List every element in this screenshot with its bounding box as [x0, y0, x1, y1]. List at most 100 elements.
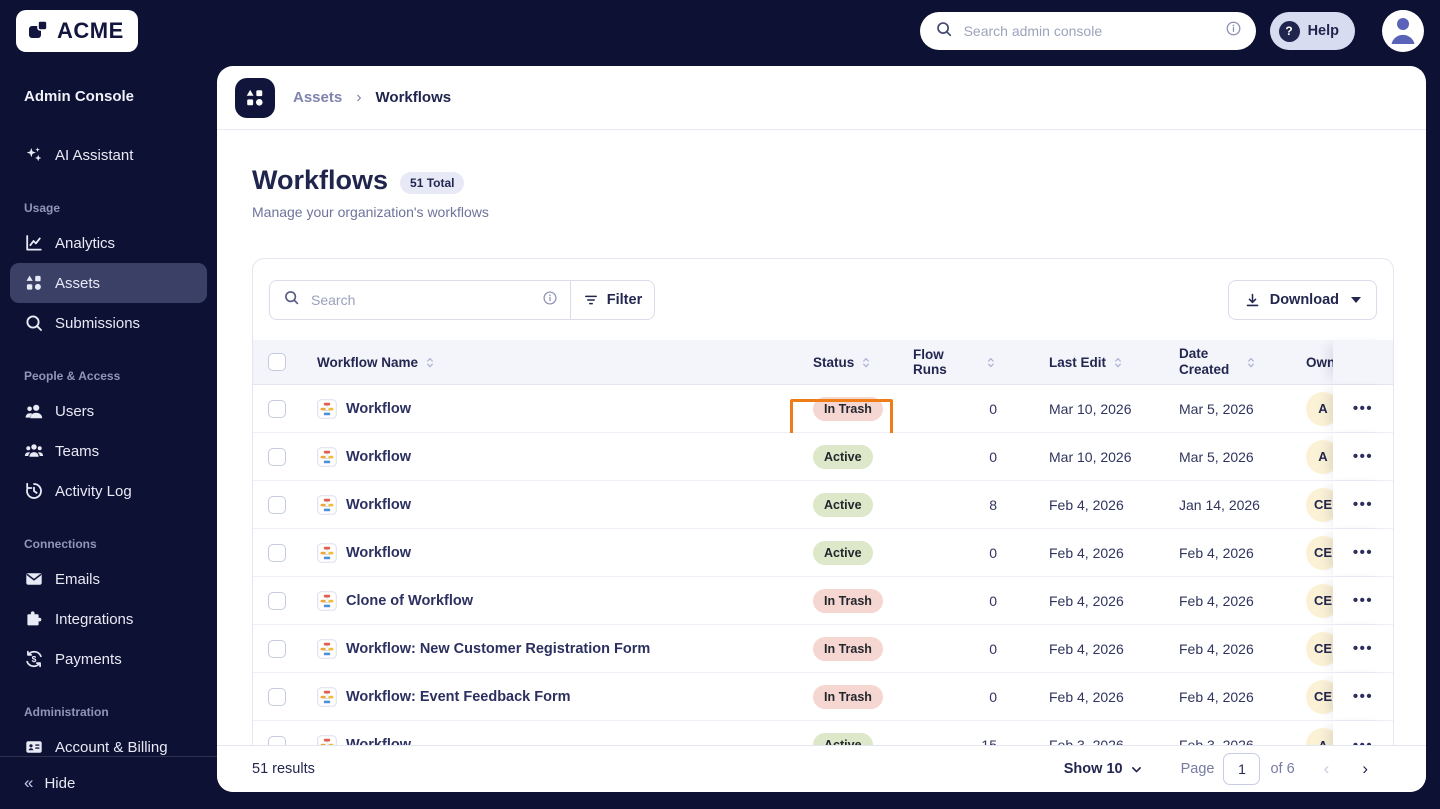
main-area: Assets › Workflows Workflows 51 Total Ma…: [217, 62, 1440, 809]
row-checkbox[interactable]: [268, 591, 286, 610]
chevron-right-icon: ›: [356, 88, 362, 106]
column-header-flow-runs[interactable]: Flow Runs: [913, 347, 1001, 377]
sidebar-item-analytics[interactable]: Analytics: [10, 223, 207, 263]
column-header-date-created[interactable]: Date Created: [1159, 346, 1306, 378]
workflow-icon: [317, 398, 337, 419]
sidebar-item-assets[interactable]: Assets: [10, 263, 207, 303]
total-count-badge: 51 Total: [400, 171, 465, 194]
account-billing-icon: [24, 737, 44, 756]
workflow-icon: [317, 446, 337, 467]
last-edit-value: Feb 4, 2026: [1049, 544, 1124, 561]
topbar: ACME ? Help: [0, 0, 1440, 62]
sidebar-item-label: Analytics: [55, 234, 116, 252]
row-checkbox[interactable]: [268, 639, 286, 658]
status-badge: Active: [813, 444, 873, 469]
admin-search-input[interactable]: [961, 22, 1216, 40]
caret-down-icon: [1351, 297, 1361, 303]
hide-label: Hide: [44, 774, 76, 792]
workflow-name-link[interactable]: Workflow: New Customer Registration Form: [346, 641, 650, 657]
workflow-name-link[interactable]: Workflow: [346, 497, 411, 513]
sidebar-item-label: Teams: [55, 442, 100, 460]
hide-sidebar-button[interactable]: « Hide: [0, 756, 217, 809]
row-menu-button[interactable]: •••: [1353, 640, 1373, 657]
page-number-input[interactable]: [1223, 753, 1261, 785]
assets-module-icon: [235, 77, 275, 118]
row-checkbox[interactable]: [268, 447, 286, 466]
date-created-value: Mar 5, 2026: [1179, 400, 1254, 417]
select-all-checkbox[interactable]: [268, 353, 286, 371]
sidebar-item-users[interactable]: Users: [10, 391, 207, 431]
flow-runs-value: 8: [989, 496, 997, 513]
breadcrumb: Assets › Workflows: [217, 66, 1426, 130]
workflow-name-link[interactable]: Workflow: [346, 545, 411, 561]
status-badge: Active: [813, 492, 873, 517]
row-checkbox[interactable]: [268, 687, 286, 706]
sidebar-item-account-billing[interactable]: Account & Billing: [10, 727, 207, 756]
admin-search[interactable]: [919, 12, 1256, 50]
page-size-select[interactable]: Show 10: [1064, 761, 1143, 777]
last-edit-value: Feb 4, 2026: [1049, 688, 1124, 705]
person-icon: [1382, 10, 1424, 52]
flow-runs-value: 0: [989, 640, 997, 657]
next-page-button[interactable]: ›: [1362, 759, 1368, 779]
question-icon: ?: [1278, 20, 1300, 42]
sidebar-item-label: Account & Billing: [55, 738, 168, 756]
row-checkbox[interactable]: [268, 399, 286, 418]
filter-button[interactable]: Filter: [570, 281, 654, 319]
last-edit-value: Feb 4, 2026: [1049, 592, 1124, 609]
previous-page-button[interactable]: ‹: [1324, 759, 1330, 779]
column-header-status[interactable]: Status: [813, 355, 913, 370]
row-menu-button[interactable]: •••: [1353, 688, 1373, 705]
info-icon: [542, 290, 558, 311]
acme-logo-icon: [26, 17, 50, 46]
workflow-name-link[interactable]: Workflow: Event Feedback Form: [346, 689, 571, 705]
sort-icon: [1248, 357, 1254, 367]
svg-text:$: $: [32, 654, 37, 664]
row-actions: •••: [1333, 433, 1393, 480]
row-checkbox[interactable]: [268, 543, 286, 562]
row-menu-button[interactable]: •••: [1353, 544, 1373, 561]
sidebar-item-ai-assistant[interactable]: AI Assistant: [10, 135, 207, 175]
double-chevron-left-icon: «: [24, 773, 34, 792]
table-search[interactable]: [270, 281, 570, 319]
sidebar-item-activity-log[interactable]: Activity Log: [10, 471, 207, 511]
page-title: Workflows: [252, 165, 389, 195]
flow-runs-value: 0: [989, 688, 997, 705]
row-menu-button[interactable]: •••: [1353, 448, 1373, 465]
workflow-name-link[interactable]: Clone of Workflow: [346, 593, 473, 609]
sidebar-item-integrations[interactable]: Integrations: [10, 599, 207, 639]
user-avatar[interactable]: [1382, 10, 1424, 52]
row-menu-button[interactable]: •••: [1353, 592, 1373, 609]
sidebar-item-teams[interactable]: Teams: [10, 431, 207, 471]
sidebar-section-label: Connections: [24, 537, 97, 551]
sidebar-item-label: AI Assistant: [55, 146, 134, 164]
table-search-input[interactable]: [309, 291, 533, 309]
download-button[interactable]: Download: [1227, 280, 1377, 320]
status-badge: Active: [813, 540, 873, 565]
sidebar-item-payments[interactable]: $ Payments: [10, 639, 207, 679]
sidebar-item-submissions[interactable]: Submissions: [10, 303, 207, 343]
download-label: Download: [1269, 292, 1339, 308]
workflow-icon: [317, 590, 337, 611]
download-icon: [1246, 293, 1259, 306]
workflow-icon: [317, 638, 337, 659]
flow-runs-value: 0: [989, 400, 997, 417]
workflow-name-link[interactable]: Workflow: [346, 449, 411, 465]
row-checkbox[interactable]: [268, 495, 286, 514]
sidebar-item-label: Assets: [55, 274, 101, 292]
users-icon: [24, 401, 44, 421]
row-menu-button[interactable]: •••: [1353, 496, 1373, 513]
sidebar-item-emails[interactable]: Emails: [10, 559, 207, 599]
date-created-value: Feb 4, 2026: [1179, 688, 1254, 705]
row-actions: •••: [1333, 385, 1393, 432]
workflow-name-link[interactable]: Workflow: [346, 401, 411, 417]
breadcrumb-current: Workflows: [375, 89, 452, 106]
breadcrumb-parent[interactable]: Assets: [293, 89, 342, 106]
table-row: Clone of Workflow In Trash 0 Feb 4, 2026 Feb…: [253, 577, 1393, 625]
last-edit-value: Mar 10, 2026: [1049, 448, 1132, 465]
column-header-name[interactable]: Workflow Name: [301, 355, 813, 370]
acme-logo[interactable]: ACME: [16, 10, 138, 52]
column-header-last-edit[interactable]: Last Edit: [1001, 355, 1159, 370]
help-button[interactable]: ? Help: [1269, 12, 1355, 50]
row-menu-button[interactable]: •••: [1353, 400, 1373, 417]
